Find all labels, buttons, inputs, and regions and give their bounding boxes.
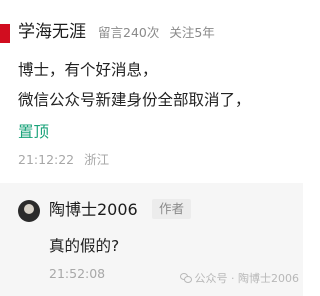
- comment-location: 浙江: [84, 152, 110, 167]
- reply-text: 真的假的?: [49, 237, 120, 255]
- watermark: 公众号 · 陶博士2006: [179, 272, 299, 286]
- user-avatar[interactable]: [0, 24, 10, 43]
- author-badge: 作者: [152, 199, 192, 219]
- comment-count: 留言240次: [98, 25, 160, 40]
- author-avatar[interactable]: [18, 200, 40, 222]
- author-reply: 陶博士2006 作者 真的假的? 21:52:08 公众号 · 陶博士2006: [0, 183, 303, 296]
- comment-username[interactable]: 学海无涯: [18, 20, 86, 44]
- wechat-icon: [179, 273, 192, 283]
- reply-time: 21:52:08: [49, 266, 106, 281]
- comment-text-line: 博士，有个好消息，: [18, 61, 158, 79]
- comment-time: 21:12:22: [18, 152, 75, 167]
- watermark-text: 公众号 · 陶博士2006: [194, 272, 299, 285]
- comment-meta: 21:12:22 浙江: [18, 151, 115, 169]
- reply-username[interactable]: 陶博士2006: [49, 198, 138, 222]
- user-stats: 留言240次 关注5年: [98, 24, 221, 42]
- follow-duration: 关注5年: [169, 25, 215, 40]
- comment-text-line: 微信公众号新建身份全部取消了，: [18, 91, 251, 109]
- pin-button[interactable]: 置顶: [18, 121, 49, 143]
- comment-card: 学海无涯 留言240次 关注5年 博士，有个好消息， 微信公众号新建身份全部取消…: [0, 0, 303, 296]
